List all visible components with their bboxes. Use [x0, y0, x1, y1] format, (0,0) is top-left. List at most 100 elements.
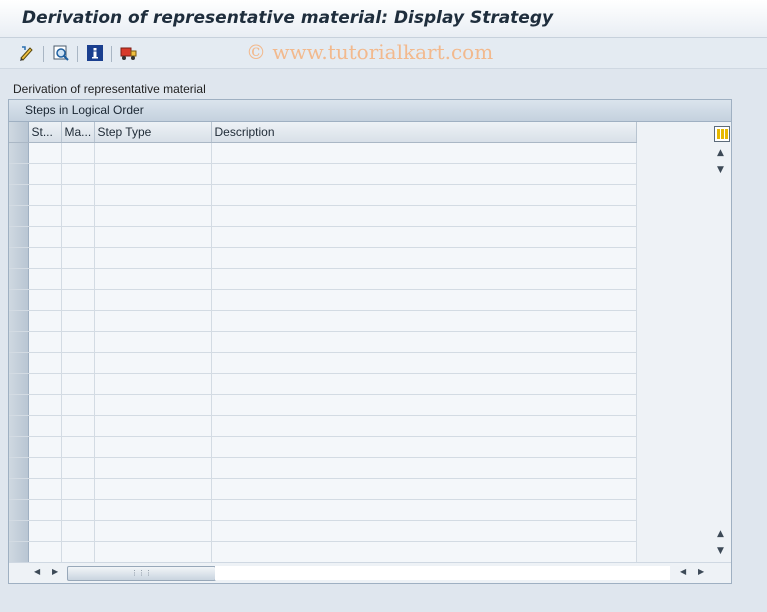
table-cell[interactable] — [61, 520, 95, 542]
table-cell[interactable] — [61, 394, 95, 416]
scroll-right-right-icon[interactable]: ▶ — [698, 567, 704, 576]
table-cell[interactable] — [61, 310, 95, 332]
row-selector[interactable] — [9, 373, 29, 395]
table-cell[interactable] — [61, 373, 95, 395]
table-cell[interactable] — [28, 520, 62, 542]
table-cell[interactable] — [28, 331, 62, 353]
table-cell[interactable] — [211, 184, 637, 206]
row-selector[interactable] — [9, 415, 29, 437]
column-header-step-type[interactable]: Step Type — [94, 122, 212, 143]
table-cell[interactable] — [211, 415, 637, 437]
table-cell[interactable] — [94, 142, 212, 164]
table-cell[interactable] — [94, 478, 212, 500]
table-cell[interactable] — [211, 394, 637, 416]
table-cell[interactable] — [211, 331, 637, 353]
table-cell[interactable] — [94, 310, 212, 332]
row-selector[interactable] — [9, 457, 29, 479]
scroll-right-icon[interactable]: ▶ — [52, 567, 58, 576]
table-cell[interactable] — [211, 163, 637, 185]
scroll-right-left-icon[interactable]: ◀ — [680, 567, 686, 576]
table-cell[interactable] — [94, 415, 212, 437]
table-cell[interactable] — [61, 268, 95, 290]
table-cell[interactable] — [28, 226, 62, 248]
vertical-scrollbar[interactable]: ▲ ▼ ▲ ▼ — [713, 122, 730, 562]
table-cell[interactable] — [61, 289, 95, 311]
table-cell[interactable] — [61, 415, 95, 437]
table-cell[interactable] — [94, 373, 212, 395]
table-cell[interactable] — [94, 457, 212, 479]
table-row[interactable] — [9, 415, 637, 437]
table-cell[interactable] — [211, 436, 637, 458]
table-cell[interactable] — [94, 226, 212, 248]
horizontal-scroll-track[interactable] — [215, 566, 670, 580]
table-cell[interactable] — [211, 520, 637, 542]
table-cell[interactable] — [28, 478, 62, 500]
row-selector[interactable] — [9, 499, 29, 521]
table-cell[interactable] — [61, 184, 95, 206]
table-cell[interactable] — [61, 226, 95, 248]
table-cell[interactable] — [211, 352, 637, 374]
table-cell[interactable] — [61, 478, 95, 500]
table-cell[interactable] — [211, 499, 637, 521]
table-cell[interactable] — [94, 268, 212, 290]
find-icon[interactable] — [51, 43, 71, 63]
select-all-button[interactable] — [9, 122, 29, 143]
table-row[interactable] — [9, 268, 637, 290]
row-selector[interactable] — [9, 541, 29, 562]
table-cell[interactable] — [211, 247, 637, 269]
table-cell[interactable] — [94, 163, 212, 185]
table-row[interactable] — [9, 163, 637, 185]
table-cell[interactable] — [61, 331, 95, 353]
table-cell[interactable] — [94, 352, 212, 374]
table-cell[interactable] — [61, 499, 95, 521]
table-row[interactable] — [9, 394, 637, 416]
table-cell[interactable] — [211, 226, 637, 248]
column-header-material[interactable]: Ma... — [61, 122, 95, 143]
table-cell[interactable] — [28, 373, 62, 395]
table-cell[interactable] — [94, 499, 212, 521]
pencil-icon[interactable] — [17, 43, 37, 63]
table-row[interactable] — [9, 499, 637, 521]
table-cell[interactable] — [61, 541, 95, 562]
row-selector[interactable] — [9, 226, 29, 248]
table-cell[interactable] — [94, 184, 212, 206]
row-selector[interactable] — [9, 478, 29, 500]
table-cell[interactable] — [61, 457, 95, 479]
row-selector[interactable] — [9, 520, 29, 542]
table-cell[interactable] — [94, 331, 212, 353]
transport-icon[interactable] — [119, 43, 139, 63]
table-cell[interactable] — [94, 394, 212, 416]
column-header-description[interactable]: Description — [211, 122, 637, 143]
table-row[interactable] — [9, 373, 637, 395]
table-cell[interactable] — [28, 541, 62, 562]
table-row[interactable] — [9, 478, 637, 500]
row-selector[interactable] — [9, 352, 29, 374]
row-selector[interactable] — [9, 331, 29, 353]
table-cell[interactable] — [28, 415, 62, 437]
table-cell[interactable] — [28, 289, 62, 311]
row-selector[interactable] — [9, 310, 29, 332]
table-cell[interactable] — [211, 289, 637, 311]
table-cell[interactable] — [94, 289, 212, 311]
row-selector[interactable] — [9, 436, 29, 458]
row-selector[interactable] — [9, 268, 29, 290]
row-selector[interactable] — [9, 394, 29, 416]
table-cell[interactable] — [28, 184, 62, 206]
table-cell[interactable] — [211, 268, 637, 290]
table-row[interactable] — [9, 184, 637, 206]
info-icon[interactable] — [85, 43, 105, 63]
table-cell[interactable] — [28, 247, 62, 269]
table-cell[interactable] — [61, 247, 95, 269]
table-cell[interactable] — [28, 394, 62, 416]
table-row[interactable] — [9, 331, 637, 353]
table-cell[interactable] — [211, 142, 637, 164]
table-row[interactable] — [9, 205, 637, 227]
table-cell[interactable] — [94, 436, 212, 458]
column-header-step[interactable]: St... — [28, 122, 62, 143]
table-row[interactable] — [9, 541, 637, 562]
table-cell[interactable] — [28, 205, 62, 227]
scroll-page-down-icon[interactable]: ▼ — [717, 546, 724, 556]
horizontal-scrollbar[interactable]: ◀ ▶ ⋮⋮⋮ ◀ ▶ — [9, 562, 731, 583]
table-row[interactable] — [9, 310, 637, 332]
table-cell[interactable] — [94, 541, 212, 562]
